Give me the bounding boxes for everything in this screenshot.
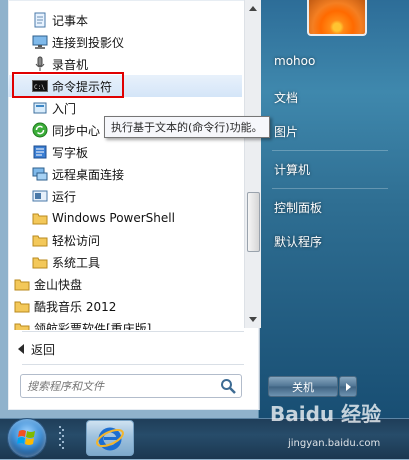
right-item-control-panel[interactable]: 控制面板 <box>266 194 398 220</box>
start-menu-left-pane: 记事本 连接到投影仪 录音机 C:\ 命令提示符 入门 同步中心 写字板 远程桌… <box>8 0 261 410</box>
right-item-documents[interactable]: 文档 <box>266 84 398 110</box>
list-item[interactable]: 记事本 <box>8 9 242 31</box>
list-item-label: 酷我音乐 2012 <box>34 299 117 314</box>
right-separator <box>272 150 388 151</box>
divider <box>22 331 244 332</box>
remote-desktop-icon <box>32 166 48 182</box>
getting-started-icon <box>32 100 48 116</box>
scroll-thumb[interactable] <box>247 192 260 252</box>
folder-icon <box>14 276 30 292</box>
user-avatar[interactable] <box>307 0 367 36</box>
taskbar-ie-button[interactable] <box>86 420 134 456</box>
folder-icon <box>14 298 30 314</box>
right-item-pictures[interactable]: 图片 <box>266 118 398 144</box>
tooltip: 执行基于文本的(命令行)功能。 <box>104 116 270 138</box>
divider <box>22 364 244 365</box>
chevron-right-icon <box>346 382 351 391</box>
wordpad-icon <box>32 144 48 160</box>
list-item[interactable]: 运行 <box>8 185 242 207</box>
list-item[interactable]: 远程桌面连接 <box>8 163 242 185</box>
right-separator <box>272 188 388 189</box>
list-item-label: 入门 <box>52 101 77 116</box>
right-item-default-programs[interactable]: 默认程序 <box>266 228 398 254</box>
search-icon[interactable] <box>219 377 237 395</box>
list-item[interactable]: Windows PowerShell <box>8 207 242 229</box>
list-item[interactable]: 金山快盘 <box>8 273 242 295</box>
search-input[interactable] <box>21 378 219 394</box>
program-list-scrollbar[interactable] <box>244 0 261 328</box>
list-item-label: 连接到投影仪 <box>52 35 125 50</box>
list-item-label: 写字板 <box>52 145 89 160</box>
program-list: 记事本 连接到投影仪 录音机 C:\ 命令提示符 入门 同步中心 写字板 远程桌… <box>8 0 242 330</box>
back-button[interactable]: 返回 <box>18 337 55 361</box>
microphone-icon <box>32 56 48 72</box>
right-item-computer[interactable]: 计算机 <box>266 156 398 182</box>
folder-icon <box>32 254 48 270</box>
folder-icon <box>14 320 30 330</box>
taskbar-grip[interactable] <box>58 424 65 452</box>
sync-center-icon <box>32 122 48 138</box>
list-item-label: 记事本 <box>52 13 89 28</box>
list-item[interactable]: 系统工具 <box>8 251 242 273</box>
search-box[interactable] <box>20 374 242 398</box>
list-item-label: 领航彩票软件[重庆版] <box>34 321 152 331</box>
shutdown-options-button[interactable] <box>339 376 357 397</box>
list-item-label: 远程桌面连接 <box>52 167 125 182</box>
list-item[interactable]: 轻松访问 <box>8 229 242 251</box>
chevron-up-icon <box>249 6 257 11</box>
start-button[interactable] <box>8 419 46 457</box>
scroll-up-button[interactable] <box>245 0 261 16</box>
list-item[interactable]: 写字板 <box>8 141 242 163</box>
right-item-user[interactable]: mohoo <box>266 48 398 74</box>
run-icon <box>32 188 48 204</box>
shutdown-button[interactable]: 关机 <box>268 376 338 397</box>
annotation-highlight-box <box>12 72 124 98</box>
notepad-icon <box>32 12 48 28</box>
folder-icon <box>32 210 48 226</box>
list-item[interactable]: 连接到投影仪 <box>8 31 242 53</box>
list-item-label: 同步中心 <box>52 123 101 138</box>
back-label: 返回 <box>31 342 56 357</box>
folder-icon <box>32 232 48 248</box>
projector-icon <box>32 34 48 50</box>
windows-logo-icon <box>17 430 35 445</box>
scroll-down-button[interactable] <box>245 312 261 328</box>
list-item[interactable]: 领航彩票软件[重庆版] <box>8 317 242 330</box>
chevron-down-icon <box>249 317 257 322</box>
list-item[interactable]: 酷我音乐 2012 <box>8 295 242 317</box>
list-item-label: 金山快盘 <box>34 277 83 292</box>
baidu-watermark: Baidu 经验 jingyan.baidu.com <box>270 402 382 449</box>
internet-explorer-icon <box>96 427 124 451</box>
list-item-label: 轻松访问 <box>52 233 101 248</box>
list-item-label: 录音机 <box>52 57 89 72</box>
list-item-label: 运行 <box>52 189 77 204</box>
list-item-label: 系统工具 <box>52 255 101 270</box>
list-item-label: Windows PowerShell <box>52 211 175 225</box>
back-arrow-icon <box>18 344 24 354</box>
